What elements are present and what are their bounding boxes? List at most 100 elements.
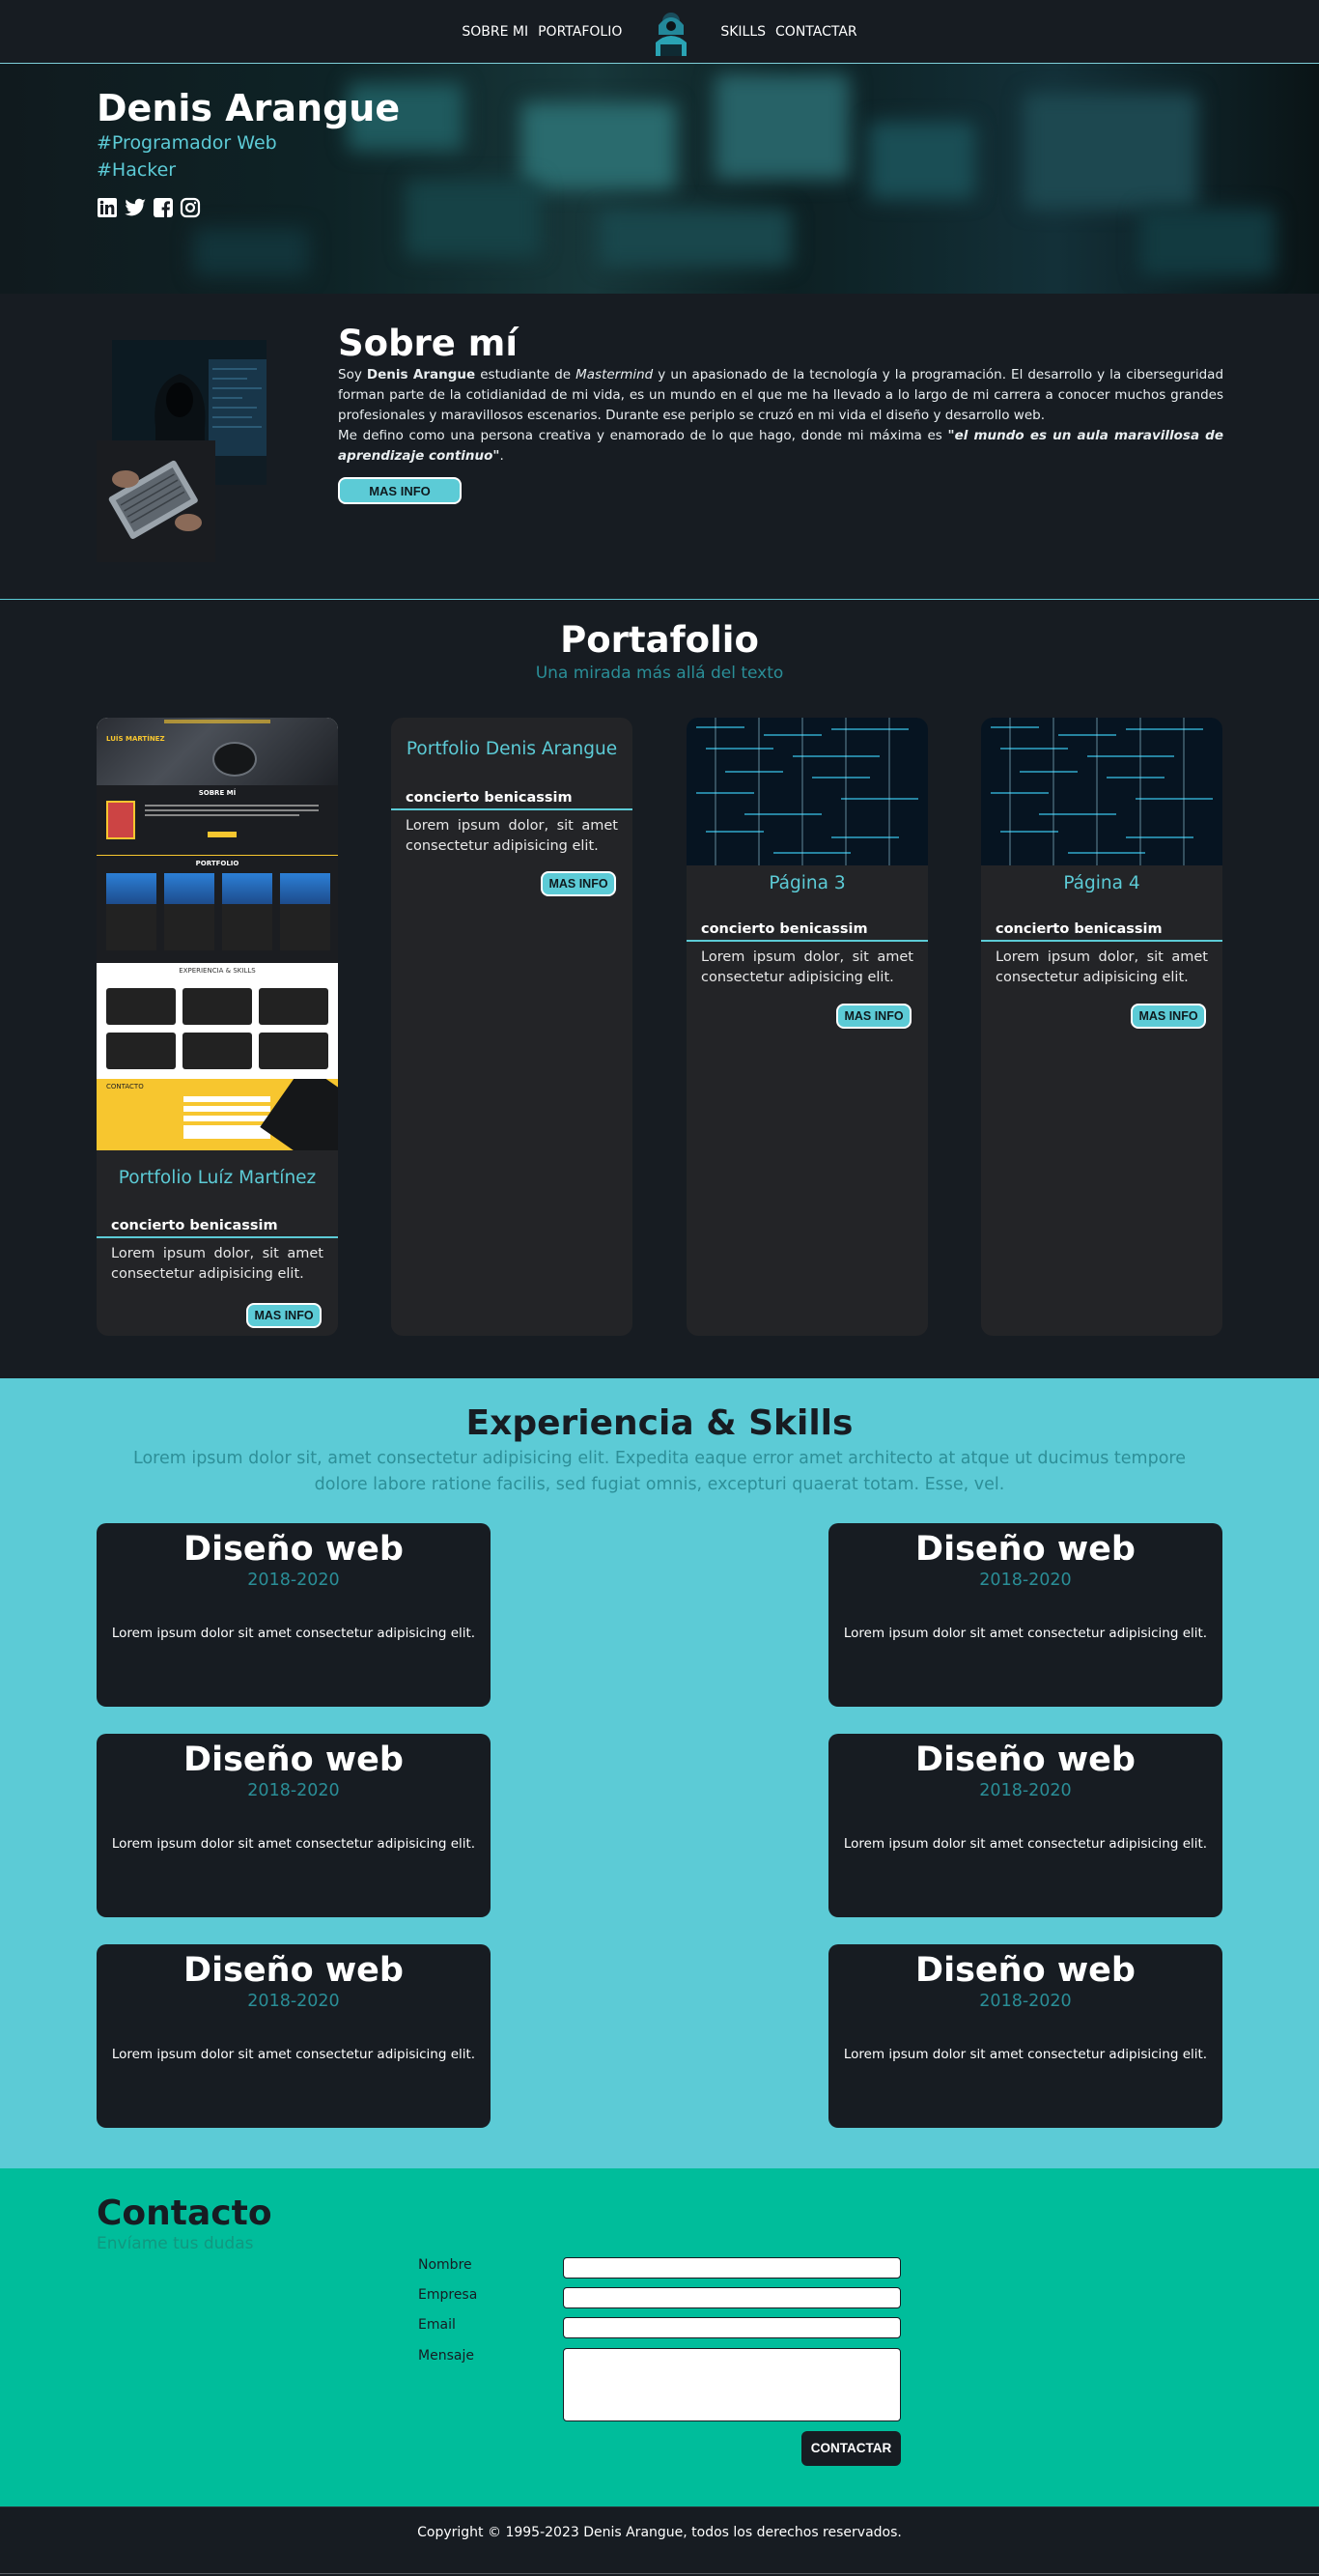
company-field[interactable] <box>563 2287 901 2308</box>
nav-group-right: SKILLS CONTACTAR <box>720 24 856 40</box>
thumb-name: LUÍS MARTÍNEZ <box>106 735 165 743</box>
skill-desc: Lorem ipsum dolor sit amet consectetur a… <box>843 2047 1208 2062</box>
company-label: Empresa <box>418 2287 478 2303</box>
social-links <box>97 197 400 218</box>
portfolio-card-4-button[interactable]: MAS INFO <box>1131 1004 1206 1029</box>
nav-link-contactar[interactable]: CONTACTAR <box>775 24 857 40</box>
skills-subtitle: Lorem ipsum dolor sit, amet consectetur … <box>133 1449 1186 1494</box>
top-navbar: SOBRE MI PORTAFOLIO SKILLS CONTACTAR <box>0 0 1319 64</box>
skill-years: 2018-2020 <box>979 1781 1072 1800</box>
portfolio-card-4-text: Lorem ipsum dolor, sit amet consectetur … <box>996 949 1208 985</box>
message-textarea[interactable] <box>563 2348 901 2421</box>
about-section: Sobre mí Soy Denis Arangue estudiante de… <box>0 294 1319 600</box>
skill-desc: Lorem ipsum dolor sit amet consectetur a… <box>843 1626 1208 1641</box>
footer-copyright: Copyright © 1995-2023 Denis Arangue, tod… <box>417 2525 902 2540</box>
skill-card: Diseño web 2018-2020 Lorem ipsum dolor s… <box>828 1944 1222 2128</box>
skill-desc: Lorem ipsum dolor sit amet consectetur a… <box>111 1836 476 1852</box>
hero-tag-programador: #Programador Web <box>97 132 277 154</box>
skill-title: Diseño web <box>183 1951 404 1990</box>
portfolio-card-4-title: Página 4 <box>1063 873 1140 893</box>
portfolio-card-2-head: concierto benicassim <box>391 785 632 810</box>
portfolio-card-1-button[interactable]: MAS INFO <box>246 1303 322 1328</box>
name-field[interactable] <box>563 2257 901 2279</box>
skills-title: Experiencia & Skills <box>465 1403 854 1443</box>
skill-desc: Lorem ipsum dolor sit amet consectetur a… <box>843 1836 1208 1852</box>
skill-title: Diseño web <box>915 1530 1136 1569</box>
skill-desc: Lorem ipsum dolor sit amet consectetur a… <box>111 1626 476 1641</box>
portfolio-card-4-head: concierto benicassim <box>981 917 1222 942</box>
skill-title: Diseño web <box>915 1741 1136 1779</box>
portfolio-card-1: LUÍS MARTÍNEZ SOBRE MÍ PORTFOLIO EXPERIE… <box>97 718 338 1336</box>
portfolio-card-1-text: Lorem ipsum dolor, sit amet consectetur … <box>111 1246 323 1282</box>
message-label: Mensaje <box>418 2348 474 2364</box>
thumb-portfolio: PORTFOLIO <box>195 860 239 867</box>
skill-title: Diseño web <box>183 1530 404 1569</box>
email-field[interactable] <box>563 2317 901 2338</box>
hero-banner: Denis Arangue #Programador Web #Hacker <box>0 64 1319 294</box>
thumb-about: SOBRE MÍ <box>198 789 237 797</box>
footer: Copyright © 1995-2023 Denis Arangue, tod… <box>0 2506 1319 2574</box>
skill-title: Diseño web <box>915 1951 1136 1990</box>
name-label: Nombre <box>418 2257 472 2273</box>
nav-link-sobre-mi[interactable]: SOBRE MI <box>462 24 528 40</box>
portfolio-card-2-text: Lorem ipsum dolor, sit amet consectetur … <box>406 818 618 854</box>
skill-desc: Lorem ipsum dolor sit amet consectetur a… <box>111 2047 476 2062</box>
email-label: Email <box>418 2317 456 2333</box>
contact-section: Contacto Envíame tus dudas Nombre Empres… <box>0 2168 1319 2506</box>
hero-tag-hacker: #Hacker <box>97 159 177 181</box>
contact-title: Contacto <box>97 2194 272 2233</box>
about-p1-school: Mastermind <box>575 367 654 382</box>
instagram-icon[interactable] <box>180 197 201 218</box>
skill-years: 2018-2020 <box>247 1781 340 1800</box>
portfolio-subtitle: Una mirada más allá del texto <box>535 664 784 683</box>
skill-card: Diseño web 2018-2020 Lorem ipsum dolor s… <box>828 1523 1222 1707</box>
about-more-info-button[interactable]: MAS INFO <box>338 477 462 504</box>
about-p1-a: Soy <box>338 367 367 382</box>
skill-years: 2018-2020 <box>247 1992 340 2011</box>
portfolio-section: Portafolio Una mirada más allá del texto… <box>0 600 1319 1378</box>
skill-card: Diseño web 2018-2020 Lorem ipsum dolor s… <box>97 1734 491 1917</box>
thumb-exp: EXPERIENCIA & SKILLS <box>179 967 256 975</box>
hero-content: Denis Arangue #Programador Web #Hacker <box>97 87 400 218</box>
portfolio-website-screenshot: LUÍS MARTÍNEZ SOBRE MÍ PORTFOLIO EXPERIE… <box>97 718 338 1150</box>
skill-card: Diseño web 2018-2020 Lorem ipsum dolor s… <box>828 1734 1222 1917</box>
portfolio-card-2: Portfolio Denis Arangue concierto benica… <box>391 718 632 1336</box>
portfolio-card-3-head: concierto benicassim <box>687 917 928 942</box>
portfolio-title: Portafolio <box>560 619 759 661</box>
portfolio-card-3: Página 3 concierto benicassim Lorem ipsu… <box>687 718 928 1336</box>
about-paragraph: Soy Denis Arangue estudiante de Mastermi… <box>338 365 1223 467</box>
about-p1-name: Denis Arangue <box>366 367 476 382</box>
about-title: Sobre mí <box>338 323 519 364</box>
portfolio-card-3-text: Lorem ipsum dolor, sit amet consectetur … <box>701 949 913 985</box>
contact-submit-button[interactable]: CONTACTAR <box>801 2431 901 2466</box>
nav-link-skills[interactable]: SKILLS <box>720 24 766 40</box>
thumb-contact: CONTACTO <box>106 1083 144 1090</box>
hero-name: Denis Arangue <box>97 87 401 129</box>
facebook-icon[interactable] <box>153 197 174 218</box>
linkedin-icon[interactable] <box>97 197 118 218</box>
about-text: Sobre mí Soy Denis Arangue estudiante de… <box>338 323 1223 467</box>
skill-years: 2018-2020 <box>979 1571 1072 1590</box>
about-p2-b: . <box>499 448 504 464</box>
skill-years: 2018-2020 <box>247 1571 340 1590</box>
nav-group-left: SOBRE MI PORTAFOLIO <box>462 24 622 40</box>
portfolio-card-2-button[interactable]: MAS INFO <box>541 871 616 896</box>
skill-years: 2018-2020 <box>979 1992 1072 2011</box>
nav-link-portafolio[interactable]: PORTAFOLIO <box>538 24 622 40</box>
skill-card: Diseño web 2018-2020 Lorem ipsum dolor s… <box>97 1523 491 1707</box>
portfolio-card-3-title: Página 3 <box>769 873 846 893</box>
about-p1-b: estudiante de <box>475 367 576 382</box>
portfolio-card-3-button[interactable]: MAS INFO <box>836 1004 912 1029</box>
laptop-hands-photo <box>97 440 215 562</box>
hacker-logo-icon[interactable] <box>651 8 691 60</box>
code-screen-image <box>981 718 1222 865</box>
portfolio-card-2-title: Portfolio Denis Arangue <box>406 739 618 759</box>
skill-card: Diseño web 2018-2020 Lorem ipsum dolor s… <box>97 1944 491 2128</box>
about-p2-a: Me defino como una persona creativa y en… <box>338 428 948 443</box>
contact-subtitle: Envíame tus dudas <box>97 2234 254 2253</box>
code-screen-image <box>687 718 928 865</box>
portfolio-card-1-title: Portfolio Luíz Martínez <box>118 1168 317 1188</box>
skill-title: Diseño web <box>183 1741 404 1779</box>
twitter-icon[interactable] <box>124 197 147 218</box>
skills-section: Experiencia & Skills Lorem ipsum dolor s… <box>0 1378 1319 2168</box>
